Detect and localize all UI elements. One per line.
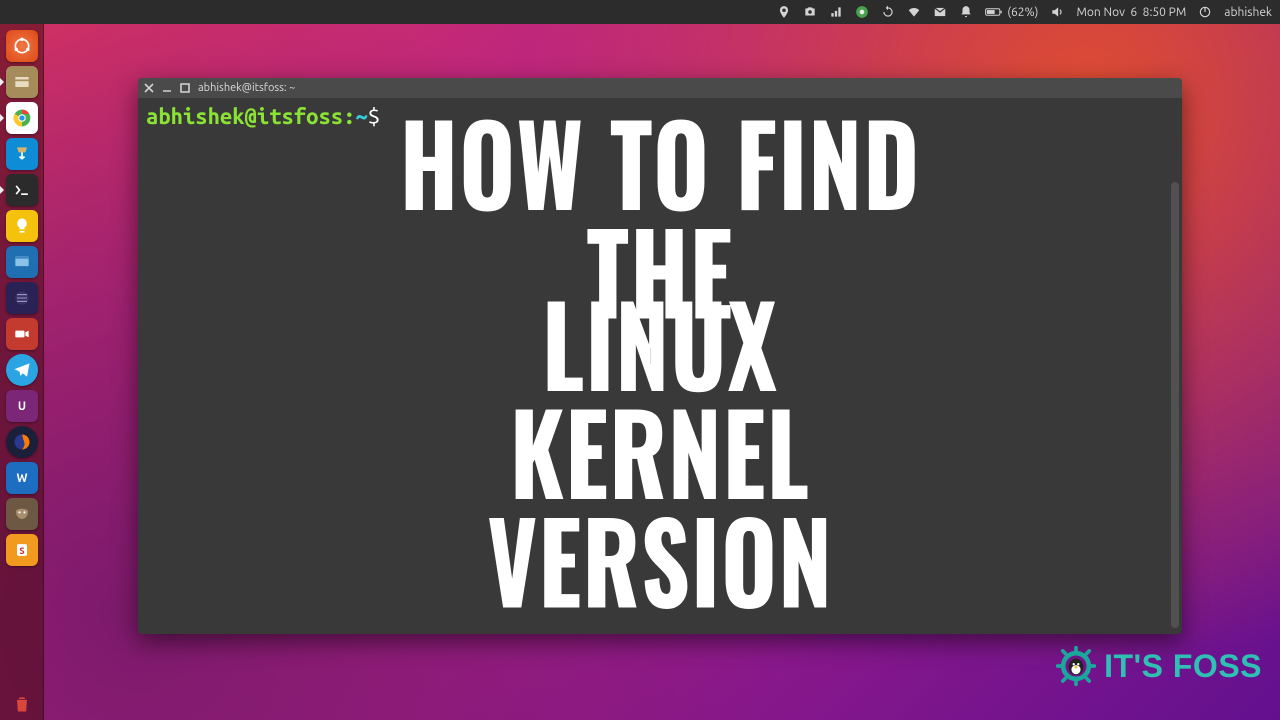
launcher-sublime[interactable]: S	[6, 534, 38, 566]
wifi-icon[interactable]	[907, 5, 921, 19]
terminal-scrollbar[interactable]	[1171, 182, 1179, 628]
battery-indicator[interactable]: (62%)	[985, 5, 1038, 19]
sync-icon[interactable]	[881, 5, 895, 19]
launcher-screenshot[interactable]	[6, 246, 38, 278]
chrome-indicator-icon[interactable]	[855, 5, 869, 19]
prompt-symbol: $	[368, 104, 380, 129]
volume-icon[interactable]	[1050, 5, 1064, 19]
close-icon[interactable]	[144, 83, 154, 93]
text-caret	[650, 348, 651, 364]
launcher-chrome[interactable]	[6, 102, 38, 134]
launcher-firefox[interactable]	[6, 426, 38, 458]
brand-text: IT'S FOSS	[1104, 648, 1262, 685]
network-icon[interactable]	[829, 5, 843, 19]
launcher-dash[interactable]	[6, 30, 38, 62]
launcher-lightbulb[interactable]	[6, 210, 38, 242]
launcher-eclipse[interactable]	[6, 282, 38, 314]
clock[interactable]: Mon Nov 6 8:50 PM	[1076, 6, 1186, 19]
camera-icon[interactable]	[803, 5, 817, 19]
svg-text:U: U	[17, 400, 25, 413]
top-menubar: (62%) Mon Nov 6 8:50 PM abhishek	[0, 0, 1280, 24]
terminal-title: abhishek@itsfoss: ~	[198, 82, 295, 94]
launcher-files[interactable]	[6, 66, 38, 98]
mail-icon[interactable]	[933, 5, 947, 19]
gear-penguin-icon	[1054, 644, 1098, 688]
minimize-icon[interactable]	[162, 83, 172, 93]
svg-text:S: S	[19, 545, 24, 556]
overlay-line2: LINUX KERNEL VERSION	[399, 288, 921, 613]
prompt-colon: :	[343, 104, 355, 129]
launcher-telegram[interactable]	[6, 354, 38, 386]
launcher: U W S	[0, 24, 44, 720]
launcher-trash[interactable]	[6, 688, 38, 720]
location-icon[interactable]	[777, 5, 791, 19]
user-menu[interactable]: abhishek	[1224, 6, 1272, 19]
launcher-terminal[interactable]	[6, 174, 38, 206]
launcher-wps[interactable]: W	[6, 462, 38, 494]
maximize-icon[interactable]	[180, 83, 190, 93]
power-icon[interactable]	[1198, 5, 1212, 19]
svg-text:W: W	[16, 472, 27, 485]
prompt-user-host: abhishek@itsfoss	[146, 104, 343, 129]
overlay-title: HOW TO FIND THE LINUX KERNEL VERSION	[399, 121, 921, 591]
terminal-window: abhishek@itsfoss: ~ abhishek@itsfoss:~$ …	[138, 78, 1182, 634]
launcher-utool[interactable]: U	[6, 390, 38, 422]
prompt-cwd: ~	[355, 104, 367, 129]
bell-icon[interactable]	[959, 5, 973, 19]
battery-percent: (62%)	[1007, 6, 1038, 19]
launcher-gimp[interactable]	[6, 498, 38, 530]
launcher-software[interactable]	[6, 138, 38, 170]
launcher-recorder[interactable]	[6, 318, 38, 350]
brand-logo: IT'S FOSS	[1054, 644, 1262, 688]
